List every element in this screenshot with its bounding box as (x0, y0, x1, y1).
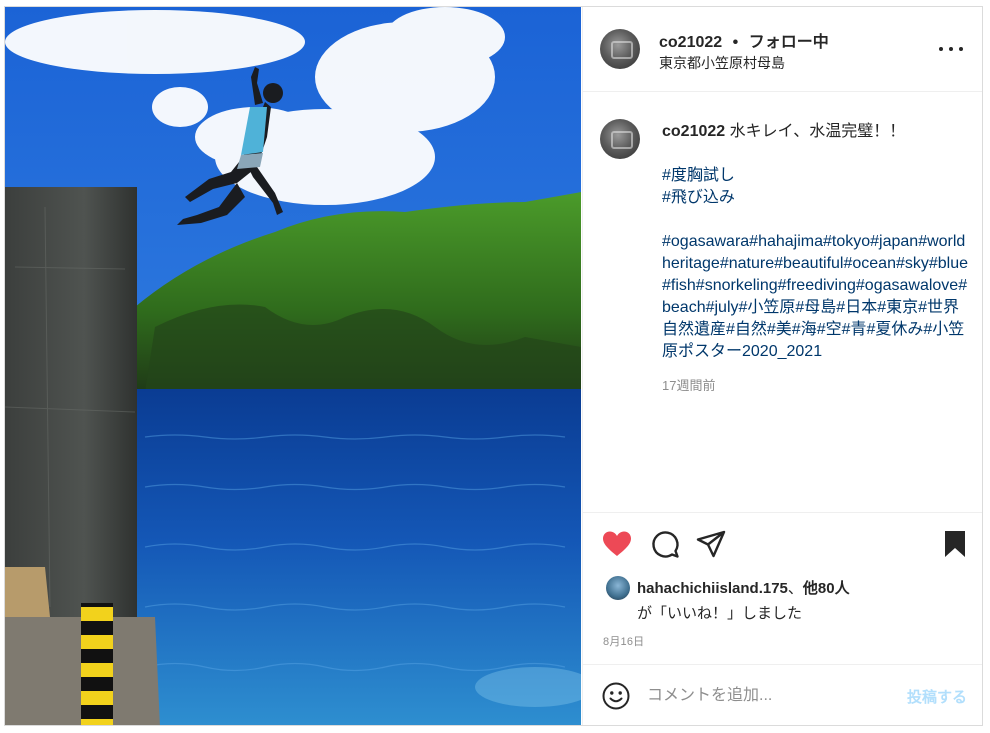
post-date[interactable]: 8月16日 (603, 633, 644, 649)
likes-suffix: が「いいね！」しました (637, 605, 803, 622)
caption-body: 水キレイ、水温完璧！！ (729, 123, 906, 140)
post-header: co21022 • フォロー中 東京都小笠原村母島 (583, 7, 982, 92)
author-line: co21022 • フォロー中 (659, 28, 829, 52)
post-comment-button[interactable]: 投稿する (907, 686, 967, 707)
liker-username[interactable]: hahachichiisland.175 (637, 580, 788, 597)
caption-section: co21022 水キレイ、水温完璧！！ #度胸試し #飛び込み #ogasawa… (583, 93, 982, 511)
emoji-icon[interactable] (601, 681, 631, 711)
header-separator: • (732, 34, 739, 51)
likes-others-link[interactable]: 他80人 (803, 580, 850, 597)
action-bar (583, 512, 982, 576)
comment-bar: 投稿する (583, 664, 982, 725)
share-icon[interactable] (695, 528, 727, 560)
likes-line: hahachichiisland.175、他80人 (637, 577, 850, 598)
caption-author-avatar[interactable] (600, 119, 640, 159)
author-username[interactable]: co21022 (659, 34, 722, 51)
more-dot (959, 47, 963, 51)
comment-icon[interactable] (649, 528, 681, 560)
caption-first-line: co21022 水キレイ、水温完璧！！ (662, 121, 972, 143)
post-location[interactable]: 東京都小笠原村母島 (659, 53, 785, 73)
caption-time-ago: 17週間前 (662, 378, 716, 393)
caption-username[interactable]: co21022 (662, 123, 725, 140)
post-sidebar: co21022 • フォロー中 東京都小笠原村母島 co21022 水キレイ、水… (582, 7, 982, 725)
likes-summary: hahachichiisland.175、他80人 が「いいね！」しました 8月… (583, 573, 982, 663)
caption-hashtag-line[interactable]: #飛び込み (662, 187, 972, 209)
follow-status[interactable]: フォロー中 (749, 34, 829, 51)
post-photo[interactable] (5, 7, 581, 725)
likes-separator: 、 (787, 580, 803, 597)
post-dialog: co21022 • フォロー中 東京都小笠原村母島 co21022 水キレイ、水… (4, 6, 983, 726)
author-avatar[interactable] (600, 29, 640, 69)
bookmark-icon[interactable] (939, 528, 971, 560)
more-dot (939, 47, 943, 51)
post-photo-illustration (5, 7, 581, 725)
more-dot (949, 47, 953, 51)
heart-icon[interactable] (601, 528, 633, 560)
caption-hashtag-line[interactable]: #度胸試し (662, 165, 972, 187)
caption-text: co21022 水キレイ、水温完璧！！ #度胸試し #飛び込み #ogasawa… (662, 121, 972, 363)
liker-avatar[interactable] (606, 576, 630, 600)
more-options-icon[interactable] (939, 39, 963, 59)
caption-hashtags[interactable]: #ogasawara#hahajima#tokyo#japan#worldher… (662, 231, 972, 363)
comment-input[interactable] (647, 681, 877, 711)
